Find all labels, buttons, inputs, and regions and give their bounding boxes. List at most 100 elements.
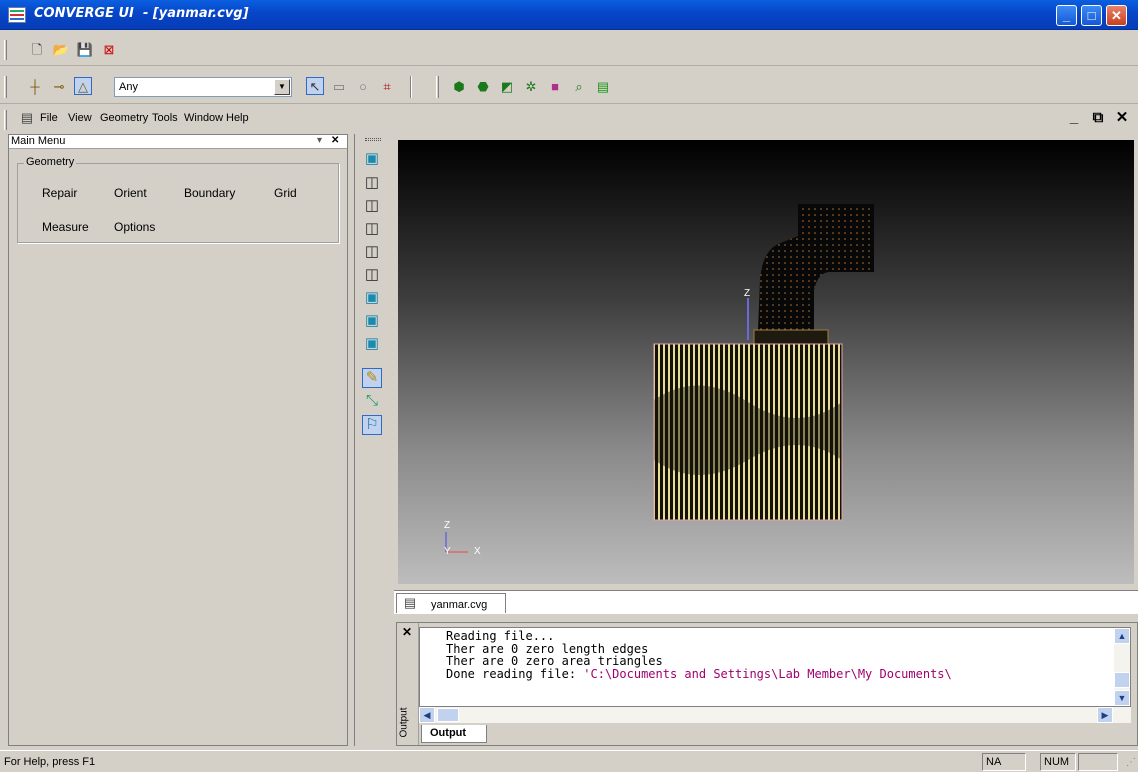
mdi-restore-button[interactable]: ⧉ xyxy=(1088,109,1108,128)
engine-mesh-model: Z Z Y X xyxy=(444,204,874,557)
view-top-icon[interactable]: ◫ xyxy=(362,243,382,263)
axis-tool-icon[interactable]: ⤡ xyxy=(362,392,382,412)
status-help-text: For Help, press F1 xyxy=(4,756,96,768)
options-button[interactable]: Options xyxy=(114,220,155,234)
document-tab-label: yanmar.cvg xyxy=(431,599,488,611)
paint-tool-icon[interactable]: ✎ xyxy=(362,368,382,388)
view-tool-5-icon[interactable]: ■ xyxy=(546,78,564,96)
triad-y-label: Y xyxy=(444,546,451,557)
view-front-icon[interactable]: ▣ xyxy=(362,150,382,170)
mdi-minimize-button[interactable]: _ xyxy=(1064,109,1084,128)
output-close-icon[interactable]: ✕ xyxy=(402,625,412,639)
view-back-icon[interactable]: ◫ xyxy=(362,174,382,194)
circle-select-icon[interactable]: ○ xyxy=(354,78,372,96)
toolbar-grip[interactable] xyxy=(365,138,381,141)
save-icon[interactable]: 💾 xyxy=(76,41,94,59)
resize-grip-icon[interactable]: ⋰ xyxy=(1126,757,1136,768)
pointer-select-icon[interactable]: ↖ xyxy=(306,77,324,95)
scroll-thumb[interactable] xyxy=(1114,672,1130,688)
view-right-icon[interactable]: ◫ xyxy=(362,220,382,240)
3d-viewport[interactable]: Z Z Y X xyxy=(398,140,1134,584)
panel-close-icon[interactable]: ✕ xyxy=(331,135,339,146)
view-tool-2-icon[interactable]: ⬣ xyxy=(474,78,492,96)
view-tool-3-icon[interactable]: ◩ xyxy=(498,78,516,96)
repair-button[interactable]: Repair xyxy=(42,186,77,200)
transform-icon[interactable]: ✲ xyxy=(522,78,540,96)
main-menu-panel: Main Menu ▾ ✕ Geometry Repair Orient Bou… xyxy=(8,134,348,746)
output-text: Reading file... Ther are 0 zero length e… xyxy=(446,630,952,680)
toolbar-grip[interactable] xyxy=(4,110,7,130)
main-menu-header: Main Menu ▾ ✕ xyxy=(9,135,347,149)
view-left-icon[interactable]: ◫ xyxy=(362,197,382,217)
menu-view[interactable]: View xyxy=(68,112,92,124)
panel-menu-icon[interactable]: ▾ xyxy=(317,135,322,146)
triangle-select-icon[interactable]: △ xyxy=(74,77,92,95)
select-filter-combo[interactable]: Any ▼ xyxy=(114,77,292,97)
boundary-button[interactable]: Boundary xyxy=(184,186,235,200)
view-iso-2-icon[interactable]: ▣ xyxy=(362,312,382,332)
output-horizontal-scrollbar[interactable]: ◀ ▶ xyxy=(419,707,1131,723)
document-icon[interactable]: ▤ xyxy=(18,109,36,127)
geometry-group-label: Geometry xyxy=(24,156,77,168)
vertex-select-icon[interactable]: ┼ xyxy=(26,78,44,96)
measure-ruler-icon[interactable]: ▤ xyxy=(594,78,612,96)
chevron-down-icon[interactable]: ▼ xyxy=(274,79,290,95)
polygon-select-icon[interactable]: ⌗ xyxy=(378,78,396,96)
status-empty-indicator xyxy=(1078,753,1118,771)
view-iso-3-icon[interactable]: ▣ xyxy=(362,335,382,355)
toolbar-grip[interactable] xyxy=(4,76,7,98)
output-panel: ✕ Output Reading file... Ther are 0 zero… xyxy=(396,622,1138,746)
grid-button[interactable]: Grid xyxy=(274,186,297,200)
menu-window[interactable]: Window xyxy=(184,112,223,124)
status-bar: For Help, press F1 NA NUM ⋰ xyxy=(0,750,1138,772)
scroll-down-icon[interactable]: ▼ xyxy=(1114,690,1130,706)
document-tab-yanmar[interactable]: ▤ yanmar.cvg xyxy=(396,593,506,613)
toolbar-grip[interactable] xyxy=(436,76,439,98)
menu-geometry[interactable]: Geometry xyxy=(100,112,148,124)
menu-bar: ▤ File View Geometry Tools Window Help xyxy=(0,106,1138,132)
window-title: CONVERGE UI - [yanmar.cvg] xyxy=(34,6,249,21)
minimize-button[interactable]: _ xyxy=(1056,5,1077,26)
view-toolbar: ▣ ◫ ◫ ◫ ◫ ◫ ▣ ▣ ▣ ✎ ⤡ ⚐ xyxy=(354,134,392,746)
scroll-thumb[interactable] xyxy=(437,708,459,722)
output-tab-label: Output xyxy=(430,727,467,739)
converge-app-icon[interactable] xyxy=(8,7,26,23)
close-file-icon[interactable]: ⊠ xyxy=(100,41,118,59)
status-na-indicator: NA xyxy=(982,753,1026,771)
orient-button[interactable]: Orient xyxy=(114,186,147,200)
measure-button[interactable]: Measure xyxy=(42,220,89,234)
maximize-button[interactable]: □ xyxy=(1081,5,1102,26)
output-tab[interactable]: Output xyxy=(421,725,487,743)
output-vertical-scrollbar[interactable]: ▲ ▼ xyxy=(1114,628,1130,706)
output-side-strip: ✕ Output xyxy=(397,623,419,745)
scroll-left-icon[interactable]: ◀ xyxy=(419,707,435,723)
view-bottom-icon[interactable]: ◫ xyxy=(362,266,382,286)
triad-z-label: Z xyxy=(444,520,450,531)
scroll-up-icon[interactable]: ▲ xyxy=(1114,628,1130,644)
status-num-indicator: NUM xyxy=(1040,753,1076,771)
edge-select-icon[interactable]: ⊸ xyxy=(50,78,68,96)
new-file-icon[interactable]: 🗋 xyxy=(28,41,46,59)
mdi-close-button[interactable]: ✕ xyxy=(1112,109,1132,128)
scroll-right-icon[interactable]: ▶ xyxy=(1097,707,1113,723)
view-iso-1-icon[interactable]: ▣ xyxy=(362,289,382,309)
mdi-window-controls: _ ⧉ ✕ xyxy=(1060,109,1132,128)
geometry-group: Geometry Repair Orient Boundary Grid Mea… xyxy=(17,156,339,243)
box-select-icon[interactable]: ▭ xyxy=(330,78,348,96)
toolbar-grip[interactable] xyxy=(4,40,7,60)
menu-help[interactable]: Help xyxy=(226,112,249,124)
zoom-icon[interactable]: ⌕ xyxy=(570,78,588,96)
select-filter-value: Any xyxy=(119,81,138,93)
flag-tool-icon[interactable]: ⚐ xyxy=(362,415,382,435)
standard-toolbar: 🗋 📂 💾 ⊠ xyxy=(0,34,1138,66)
view-tool-1-icon[interactable]: ⬢ xyxy=(450,78,468,96)
menu-file[interactable]: File xyxy=(40,112,58,124)
output-console[interactable]: Reading file... Ther are 0 zero length e… xyxy=(419,627,1131,707)
document-tab-bar: ▤ yanmar.cvg xyxy=(394,590,1138,614)
close-button[interactable]: ✕ xyxy=(1106,5,1127,26)
title-bar[interactable]: CONVERGE UI - [yanmar.cvg] _ □ ✕ xyxy=(0,0,1138,30)
model-z-label: Z xyxy=(744,288,750,299)
valve-seat xyxy=(753,329,829,345)
menu-tools[interactable]: Tools xyxy=(152,112,178,124)
open-folder-icon[interactable]: 📂 xyxy=(52,41,70,59)
